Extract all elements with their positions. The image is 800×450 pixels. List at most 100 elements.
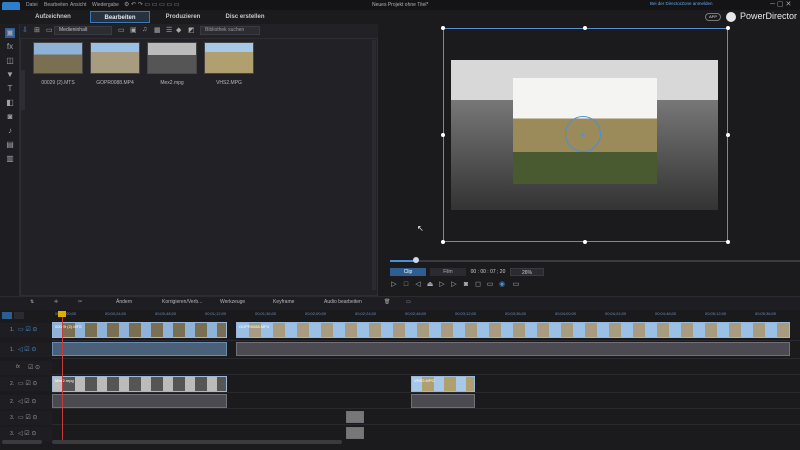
title-room-icon[interactable]: T xyxy=(5,84,15,94)
playhead[interactable] xyxy=(62,312,63,442)
seekbar-thumb[interactable] xyxy=(413,257,419,263)
move-icon[interactable]: ✛ xyxy=(54,299,58,305)
resize-handle-tr[interactable] xyxy=(726,26,730,30)
clip-audio-1b[interactable] xyxy=(236,342,790,356)
film-mode-tab[interactable]: Film xyxy=(430,268,466,276)
filter-image-icon[interactable]: ▣ xyxy=(130,26,137,34)
filter-video-icon[interactable]: ▭ xyxy=(118,26,125,34)
tools-button[interactable]: Werkzeuge xyxy=(220,299,245,305)
library-search-input[interactable]: Bibliothek suchen xyxy=(200,26,260,35)
tab-edit[interactable]: Bearbeiten xyxy=(90,11,150,23)
delete-icon[interactable]: 🗑 xyxy=(384,299,390,305)
menu-playback[interactable]: Wiedergabe xyxy=(92,0,119,10)
resize-handle-l[interactable] xyxy=(441,133,445,137)
keyframe-button[interactable]: Keyframe xyxy=(273,299,294,305)
media-thumb-1[interactable] xyxy=(33,42,83,74)
camera-icon[interactable]: ◙ xyxy=(462,281,470,289)
filter-audio-icon[interactable]: ♫ xyxy=(142,26,147,33)
screen-icon[interactable]: ▭ xyxy=(486,281,494,289)
zoom-slider[interactable] xyxy=(2,440,42,444)
transition-room-icon[interactable]: ◧ xyxy=(5,98,15,108)
tab-capture[interactable]: Aufzeichnen xyxy=(22,11,84,23)
track-header-video-2[interactable]: 2. ▭ ☑ ⊙ xyxy=(0,377,52,391)
stop-icon[interactable]: □ xyxy=(402,281,410,289)
timeline-view-icon[interactable] xyxy=(2,312,12,319)
import-icon[interactable]: ⇩ xyxy=(22,26,28,34)
fast-forward-icon[interactable]: ▷ xyxy=(450,281,458,289)
timeline-scrollbar[interactable] xyxy=(52,440,342,444)
clip-mode-tab[interactable]: Clip xyxy=(390,268,426,276)
fix-enhance-button[interactable]: Korrigieren/Verb... xyxy=(162,299,202,305)
folder-icon[interactable]: ▭ xyxy=(46,26,53,34)
menu-file[interactable]: Datei xyxy=(26,0,38,10)
toolbar-icons[interactable]: ⚙ ↶ ↷ ▭ ▭ ▭ ▭ ▭ xyxy=(124,1,179,8)
resize-handle-bl[interactable] xyxy=(441,240,445,244)
track-header-audio-2[interactable]: 2. ◁ ☑ ⊙ xyxy=(0,395,52,409)
split-icon[interactable]: ✂ xyxy=(78,299,82,305)
audio-mixing-icon[interactable]: ◙ xyxy=(5,112,15,122)
clip-video-2b[interactable]: VHS2.MPG xyxy=(411,376,475,392)
track-header-fx[interactable]: fx ☑ ⊙ xyxy=(0,361,52,375)
clip-audio-2b[interactable] xyxy=(411,394,475,408)
clip-audio-2a[interactable] xyxy=(52,394,227,408)
resize-handle-t[interactable] xyxy=(583,26,587,30)
track-header-video-3[interactable]: 3. ▭ ☑ ⊙ xyxy=(0,411,52,425)
chapter-icon[interactable]: ▤ xyxy=(5,140,15,150)
media-scrollbar[interactable] xyxy=(372,40,376,290)
particle-room-icon[interactable]: ▼ xyxy=(5,70,15,80)
tag-icon[interactable]: ◆ xyxy=(176,26,181,34)
media-room-icon[interactable]: ▣ xyxy=(5,28,15,38)
voiceover-icon[interactable]: ♪ xyxy=(5,126,15,136)
next-frame-icon[interactable]: ▷ xyxy=(438,281,446,289)
media-thumb-4[interactable] xyxy=(204,42,254,74)
ripple-icon[interactable]: ▭ xyxy=(406,299,411,305)
resize-handle-tl[interactable] xyxy=(441,26,445,30)
menu-view[interactable]: Ansicht xyxy=(70,0,86,10)
3d-icon[interactable]: ◉ xyxy=(498,281,506,289)
timecode[interactable]: 00 : 00 : 07 ; 20 xyxy=(468,268,508,276)
media-thumb-2[interactable] xyxy=(90,42,140,74)
login-link[interactable]: Bei der DirectorZone anmelden xyxy=(650,1,713,6)
clip-video-1a[interactable]: 00029 (2).MTS xyxy=(52,322,227,338)
undock-icon[interactable]: ▭ xyxy=(512,281,520,289)
zoom-select[interactable]: 26% xyxy=(510,268,544,276)
media-thumb-3[interactable] xyxy=(147,42,197,74)
subtitle-icon[interactable]: ▥ xyxy=(5,154,15,164)
tab-disc[interactable]: Disc erstellen xyxy=(214,11,276,23)
app-badge[interactable]: APP xyxy=(705,13,721,21)
storyboard-view-icon[interactable] xyxy=(14,312,24,319)
resize-handle-b[interactable] xyxy=(583,240,587,244)
prev-frame-icon[interactable]: ◁ xyxy=(414,281,422,289)
track-header-audio-3[interactable]: 3. ◁ ☑ ⊙ xyxy=(0,427,52,441)
clip-audio-3[interactable] xyxy=(346,427,364,439)
snapshot-icon[interactable]: ⏏ xyxy=(426,281,434,289)
menu-edit[interactable]: Bearbeiten xyxy=(44,0,68,10)
pip-room-icon[interactable]: ◫ xyxy=(5,56,15,66)
edit-audio-button[interactable]: Audio bearbeiten xyxy=(324,299,362,305)
play-icon[interactable]: ▷ xyxy=(390,281,398,289)
plugin-icon[interactable]: ⊞ xyxy=(34,26,40,34)
clip-video-1b[interactable]: GOPR0088.MP4 xyxy=(236,322,790,338)
mute-icon[interactable]: ◻ xyxy=(474,281,482,289)
clip-video-2a[interactable]: Mex2.mpg xyxy=(52,376,227,392)
tab-produce[interactable]: Produzieren xyxy=(152,11,214,23)
fx-room-icon[interactable]: fx xyxy=(5,42,15,52)
view-grid-icon[interactable]: ▦ xyxy=(154,26,161,34)
view-toggle-icon[interactable]: ◩ xyxy=(188,26,195,34)
resize-handle-br[interactable] xyxy=(726,240,730,244)
media-content-dropdown[interactable]: Medieninhalt xyxy=(54,26,112,35)
collapse-handle[interactable] xyxy=(21,70,25,110)
clip-video-3[interactable] xyxy=(346,411,364,423)
preview-seekbar[interactable] xyxy=(390,260,800,262)
track-header-video-1[interactable]: 1. ▭ ☑ ⊙ xyxy=(0,323,52,337)
view-list-icon[interactable]: ☰ xyxy=(166,26,172,34)
playhead-marker[interactable] xyxy=(58,311,66,317)
clip-audio-1a[interactable] xyxy=(52,342,227,356)
selection-frame[interactable] xyxy=(443,28,728,242)
modify-button[interactable]: Ändern xyxy=(116,299,132,305)
window-controls[interactable]: ─ ▢ ✕ xyxy=(770,0,791,8)
track-header-audio-1[interactable]: 1. ◁ ☑ ⊙ xyxy=(0,343,52,357)
title-bar: Datei Bearbeiten Ansicht Wiedergabe ⚙ ↶ … xyxy=(0,0,800,20)
resize-handle-r[interactable] xyxy=(726,133,730,137)
track-manager-icon[interactable]: ⇅ xyxy=(30,299,34,305)
